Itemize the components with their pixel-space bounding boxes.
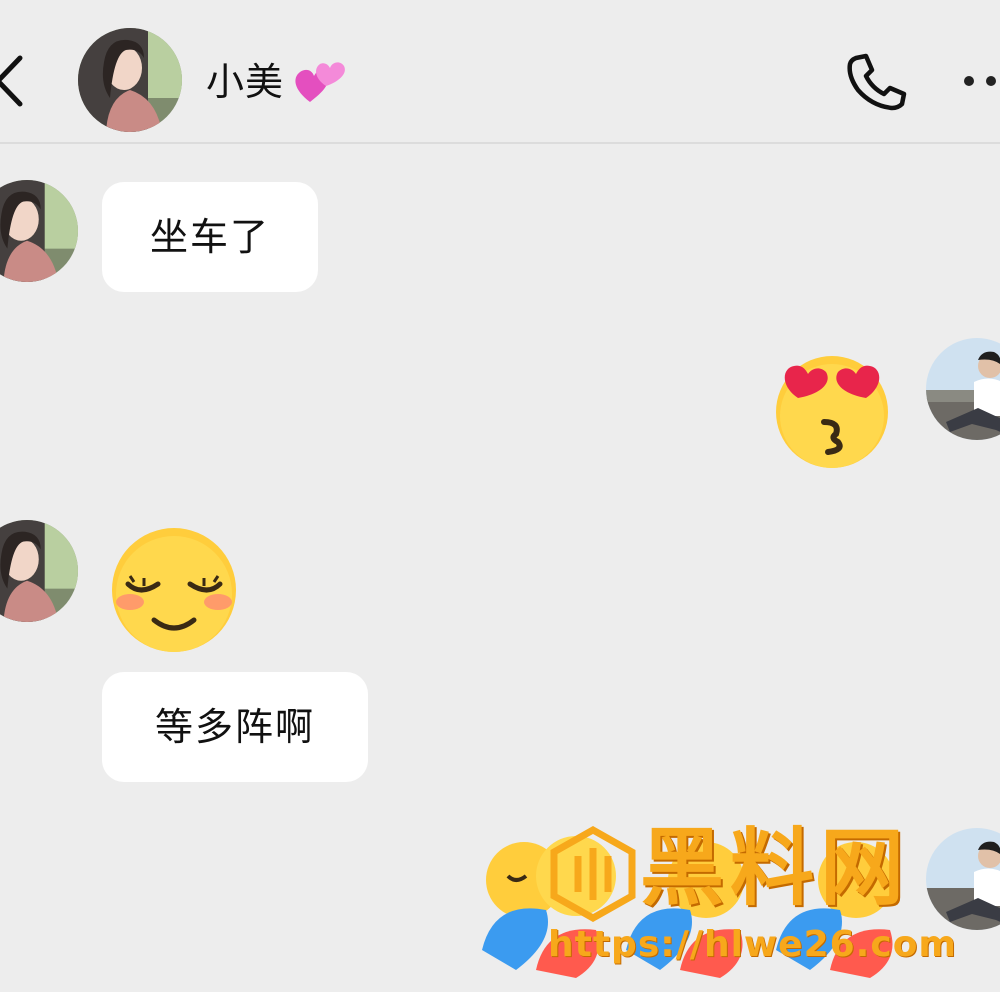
watermark-title: 黑料网 (640, 819, 911, 917)
chevron-left-icon[interactable] (0, 52, 32, 110)
smiling-blush-emoji[interactable] (104, 524, 244, 656)
watermark-url: https://hlwe26.com (548, 924, 957, 965)
chat-screen: 小美 坐车了 等多阵啊 黑料网 https://hlwe26.com (0, 0, 1000, 992)
more-options-button[interactable] (962, 74, 1000, 90)
my-avatar[interactable] (926, 828, 1000, 930)
heart-eyes-kiss-emoji[interactable] (762, 342, 902, 472)
pink-hearts-icon (295, 62, 345, 102)
chat-header: 小美 (0, 0, 1000, 144)
contact-name: 小美 (206, 60, 285, 104)
watermark-logo-icon (550, 826, 636, 922)
message-bubble[interactable]: 坐车了 (102, 182, 318, 292)
phone-icon[interactable] (842, 50, 910, 112)
contact-avatar[interactable] (78, 28, 182, 132)
contact-avatar[interactable] (0, 520, 78, 622)
message-bubble[interactable]: 等多阵啊 (102, 672, 368, 782)
my-avatar[interactable] (926, 338, 1000, 440)
contact-avatar[interactable] (0, 180, 78, 282)
